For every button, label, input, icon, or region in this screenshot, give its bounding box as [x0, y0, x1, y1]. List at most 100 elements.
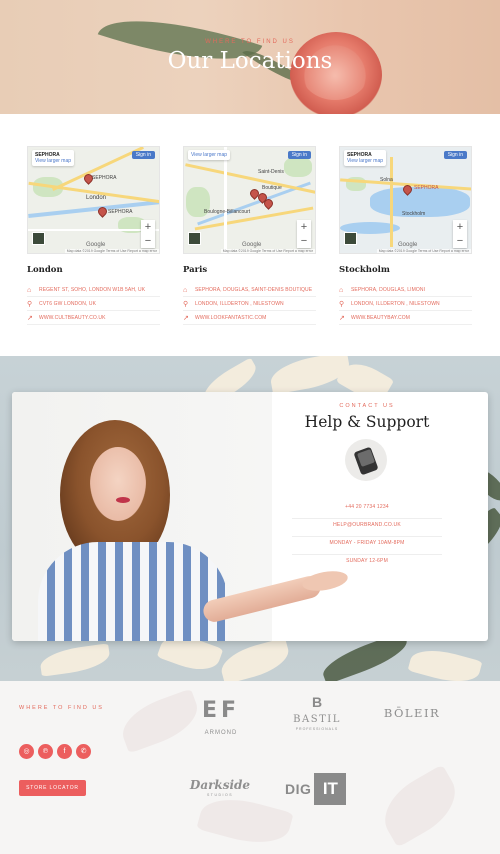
social-links: ◎ ℗ f ✆ [19, 744, 91, 759]
store-icon: ⌂ [183, 286, 188, 294]
map-info-box: SEPHORA View larger map [32, 150, 75, 166]
zoom-in-button[interactable]: + [453, 220, 467, 234]
support-title: Help & Support [304, 413, 430, 431]
map-paris[interactable]: View larger map Sign in Saint-Denis Bout… [183, 146, 316, 254]
support-avatar [345, 439, 387, 481]
city-name: Paris [183, 265, 208, 275]
map-info-box: SEPHORA View larger map [344, 150, 387, 166]
map-stockholm[interactable]: SEPHORA View larger map Sign in SEPHORA … [339, 146, 472, 254]
website-link[interactable]: WWW.BEAUTYBAY.COM [351, 315, 410, 321]
zoom-out-button[interactable]: − [141, 234, 155, 248]
brand-logo-bastil[interactable]: B BASTIL PROFESSIONALS [290, 693, 344, 731]
area-row: ⚲ CVT6 GW LONDON, UK [27, 298, 160, 311]
pinterest-icon[interactable]: ℗ [38, 744, 53, 759]
address-row: ⌂ SEPHORA, DOUGLAS, SAINT-DENIS BOUTIQUE [183, 284, 316, 297]
map-info-box: View larger map [188, 150, 231, 160]
location-card-london: SEPHORA View larger map Sign in SEPHORA … [27, 146, 160, 326]
website-row[interactable]: ↗ WWW.LOOKFANTASTIC.COM [183, 312, 316, 325]
zoom-in-button[interactable]: + [297, 220, 311, 234]
area-text: LONDON, ILLDERTON , NILESTOWN [195, 301, 284, 307]
brand-name: Darkside [189, 778, 251, 792]
map-attribution: Map data ©2019 Google Terms of Use Repor… [376, 249, 471, 253]
city-name: London [27, 265, 63, 275]
map-label: SEPHORA [414, 185, 439, 191]
model-photo [12, 392, 350, 641]
view-larger-map-link[interactable]: View larger map [347, 158, 383, 164]
google-logo: Google [242, 242, 262, 248]
map-sign-in-button[interactable]: Sign in [443, 151, 467, 159]
map-zoom-control[interactable]: + − [141, 220, 155, 248]
city-name: Stockholm [339, 265, 390, 275]
zoom-out-button[interactable]: − [297, 234, 311, 248]
external-link-icon: ↗ [27, 315, 33, 322]
whatsapp-icon[interactable]: ✆ [76, 744, 91, 759]
map-label: Solna [380, 177, 393, 183]
zoom-out-button[interactable]: − [453, 234, 467, 248]
location-card-stockholm: SEPHORA View larger map Sign in SEPHORA … [339, 146, 472, 326]
satellite-toggle[interactable] [32, 232, 45, 245]
brand-logo-darkside[interactable]: Darkside STUDIOS [186, 778, 254, 797]
map-sign-in-button[interactable]: Sign in [131, 151, 155, 159]
hero-banner: WHERE TO FIND US Our Locations [0, 0, 500, 114]
zoom-in-button[interactable]: + [141, 220, 155, 234]
instagram-icon[interactable]: ◎ [19, 744, 34, 759]
brand-logo-armond[interactable]: EF ARMOND [196, 695, 246, 736]
location-card-paris: View larger map Sign in Saint-Denis Bout… [183, 146, 316, 326]
support-hours-weekday: MONDAY - FRIDAY 10AM-8PM [292, 536, 442, 555]
external-link-icon: ↗ [339, 315, 345, 322]
brand-name: BASTIL [293, 714, 341, 725]
map-zoom-control[interactable]: + − [453, 220, 467, 248]
map-attribution: Map data ©2019 Google Terms of Use Repor… [64, 249, 159, 253]
satellite-toggle[interactable] [188, 232, 201, 245]
hero-eyebrow: WHERE TO FIND US [205, 39, 295, 45]
website-link[interactable]: WWW.CULTBEAUTY.CO.UK [39, 315, 106, 321]
brand-sub: PROFESSIONALS [295, 727, 339, 731]
address-row: ⌂ SEPHORA, DOUGLAS, LIMONI [339, 284, 472, 297]
map-london[interactable]: SEPHORA View larger map Sign in SEPHORA … [27, 146, 160, 254]
map-label: SEPHORA [108, 209, 133, 215]
brand-logo-digit[interactable]: DIG IT [285, 773, 347, 805]
map-zoom-control[interactable]: + − [297, 220, 311, 248]
website-link[interactable]: WWW.LOOKFANTASTIC.COM [195, 315, 266, 321]
support-card: CONTACT US Help & Support +44 20 7734 12… [12, 392, 488, 641]
map-label: Boutique [262, 185, 282, 191]
support-email[interactable]: HELP@OURBRAND.CO.UK [292, 518, 442, 537]
website-row[interactable]: ↗ WWW.CULTBEAUTY.CO.UK [27, 312, 160, 325]
area-text: LONDON, ILLDERTON , NILESTOWN [351, 301, 440, 307]
page-title: Our Locations [167, 48, 333, 74]
location-pin-icon: ⚲ [339, 301, 345, 308]
area-row: ⚲ LONDON, ILLDERTON , NILESTOWN [339, 298, 472, 311]
support-hours-sunday: SUNDAY 12-6PM [346, 558, 388, 564]
brand-logo-boleir[interactable]: BŌLEIR [380, 706, 444, 720]
store-locator-button[interactable]: STORE LOCATOR [19, 780, 86, 796]
website-row[interactable]: ↗ WWW.BEAUTYBAY.COM [339, 312, 472, 325]
armond-mark: EF [201, 698, 241, 723]
brand-sub: STUDIOS [206, 793, 234, 797]
map-sign-in-button[interactable]: Sign in [287, 151, 311, 159]
facebook-icon[interactable]: f [57, 744, 72, 759]
area-row: ⚲ LONDON, ILLDERTON , NILESTOWN [183, 298, 316, 311]
location-pin-icon: ⚲ [183, 301, 189, 308]
map-label: SEPHORA [92, 175, 117, 181]
support-eyebrow: CONTACT US [339, 403, 395, 409]
support-phone[interactable]: +44 20 7734 1234 [292, 500, 442, 519]
view-larger-map-link[interactable]: View larger map [35, 158, 71, 164]
map-label: Stockholm [402, 211, 426, 217]
brand-mark: IT [314, 773, 347, 805]
view-larger-map-link[interactable]: View larger map [191, 152, 227, 158]
location-pin-icon: ⚲ [27, 301, 33, 308]
store-icon: ⌂ [339, 286, 344, 294]
google-logo: Google [86, 242, 106, 248]
map-label: Boulogne-Billancourt [204, 209, 251, 215]
external-link-icon: ↗ [183, 315, 189, 322]
address-text: REGENT ST, SOHO, LONDON W1B 5AH, UK [39, 287, 146, 293]
brand-name: ARMOND [204, 730, 238, 736]
brand-name: DIG [285, 781, 312, 797]
satellite-toggle[interactable] [344, 232, 357, 245]
footer-eyebrow: WHERE TO FIND US [19, 705, 104, 711]
map-label: Saint-Denis [258, 169, 284, 175]
bastil-mark: B [311, 694, 323, 710]
address-row: ⌂ REGENT ST, SOHO, LONDON W1B 5AH, UK [27, 284, 160, 297]
map-attribution: Map data ©2019 Google Terms of Use Repor… [220, 249, 315, 253]
address-text: SEPHORA, DOUGLAS, LIMONI [351, 287, 426, 293]
